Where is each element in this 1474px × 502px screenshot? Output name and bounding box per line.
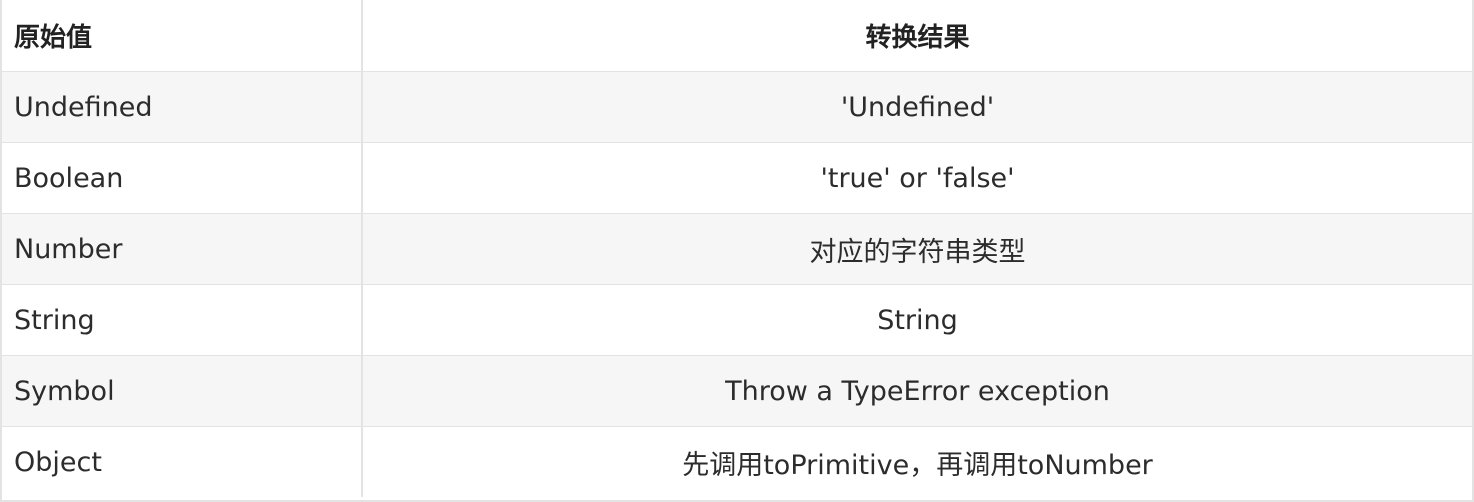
table-row: Symbol Throw a TypeError exception <box>2 355 1472 426</box>
table-row: Undefined 'Undefined' <box>2 71 1472 142</box>
header-conversion-result: 转换结果 <box>865 23 970 53</box>
cell-original-value: Symbol <box>2 356 363 426</box>
cell-conversion-result: 先调用toPrimitive，再调用toNumber <box>682 449 1153 481</box>
cell-conversion-result: 'Undefined' <box>840 91 995 123</box>
table-row: Number 对应的字符串类型 <box>2 213 1472 284</box>
cell-original-value: Number <box>2 214 363 284</box>
table-row: Object 先调用toPrimitive，再调用toNumber <box>2 426 1472 497</box>
header-original-value: 原始值 <box>2 0 363 71</box>
cell-original-value: Object <box>2 427 363 497</box>
table-row: String String <box>2 284 1472 355</box>
cell-conversion-result: 'true' or 'false' <box>820 162 1015 194</box>
table-header-row: 原始值 转换结果 <box>2 0 1472 71</box>
cell-conversion-result: String <box>877 304 958 336</box>
cell-conversion-result: Throw a TypeError exception <box>725 375 1110 407</box>
cell-conversion-result: 对应的字符串类型 <box>809 236 1026 268</box>
table-row: Boolean 'true' or 'false' <box>2 142 1472 213</box>
cell-original-value: Undefined <box>2 72 363 142</box>
cell-original-value: Boolean <box>2 143 363 213</box>
conversion-table: 原始值 转换结果 Undefined 'Undefined' Boolean '… <box>0 0 1474 502</box>
cell-original-value: String <box>2 285 363 355</box>
